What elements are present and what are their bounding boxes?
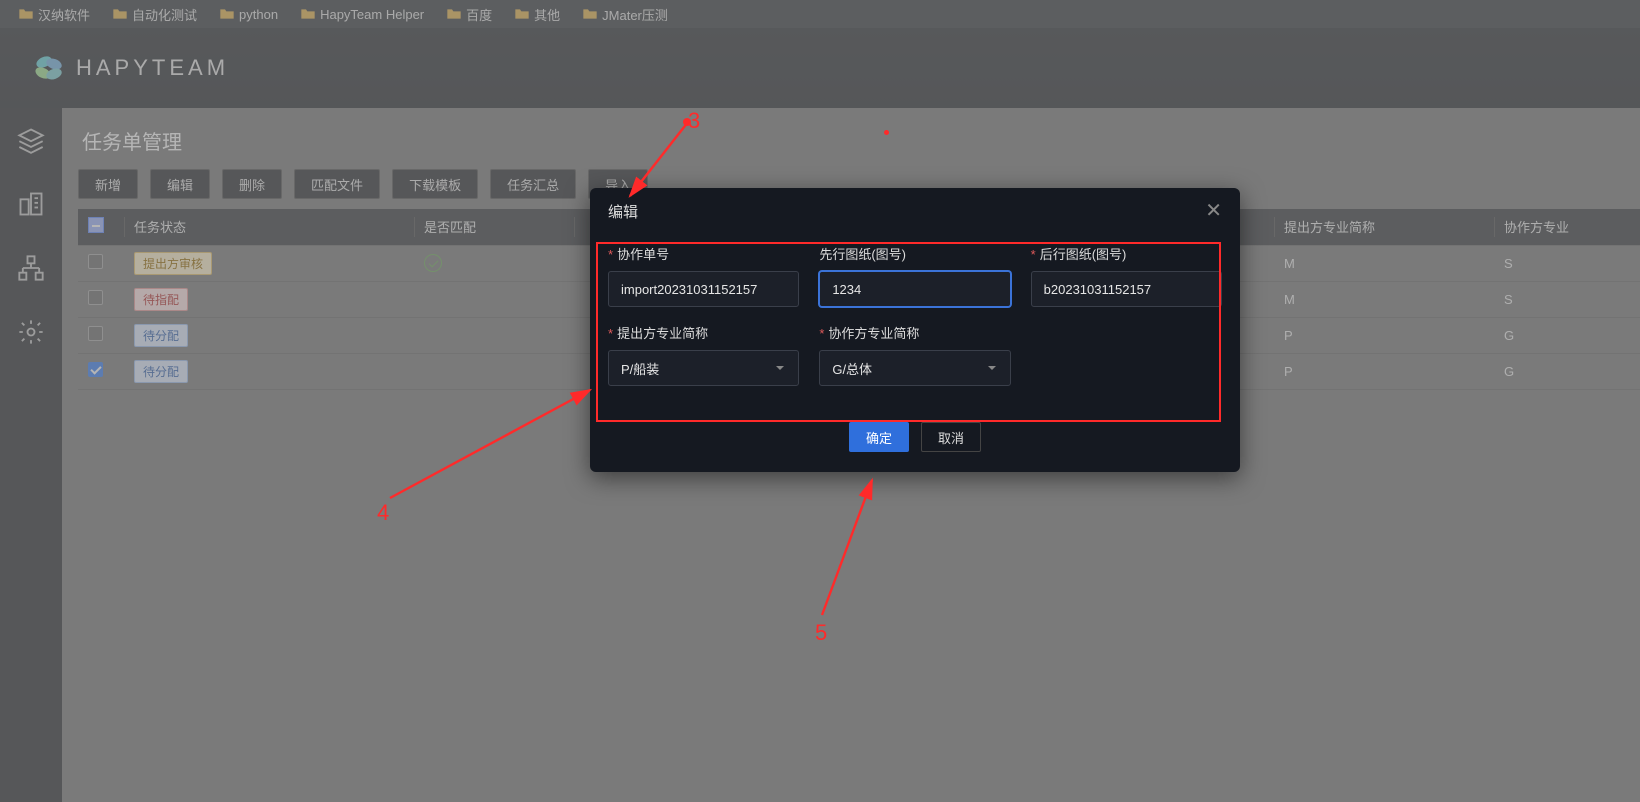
dialog-header: 编辑 ✕ <box>590 188 1240 234</box>
new-button[interactable]: 新增 <box>78 169 138 199</box>
bookmark-bar: 汉纳软件 自动化测试 python HapyTeam Helper 百度 其他 … <box>0 0 1640 28</box>
cancel-button[interactable]: 取消 <box>921 422 981 452</box>
bookmark-label: 汉纳软件 <box>38 5 90 24</box>
status-badge: 待指配 <box>134 288 188 311</box>
header-match[interactable]: 是否匹配 <box>414 209 574 245</box>
row-status: 待指配 <box>124 281 414 317</box>
row-prof2: S <box>1494 245 1640 281</box>
row-status: 待分配 <box>124 353 414 389</box>
prof-a-select[interactable]: P/船装 <box>608 350 799 386</box>
post-draw-field[interactable]: b20231031152157 <box>1031 271 1222 307</box>
row-prof1: P <box>1274 317 1494 353</box>
bookmark-item[interactable]: 自动化测试 <box>104 0 205 28</box>
org-icon[interactable] <box>17 254 45 282</box>
bookmark-label: JMater压测 <box>602 5 668 24</box>
row-checkbox-cell[interactable] <box>78 245 124 281</box>
label-prof-a: *提出方专业简称 <box>608 323 799 342</box>
logo: HAPYTEAM <box>32 52 229 84</box>
brand-text: HAPYTEAM <box>76 55 229 81</box>
row-prof1: P <box>1274 353 1494 389</box>
dialog-title: 编辑 <box>608 201 638 222</box>
row-checkbox-cell[interactable] <box>78 281 124 317</box>
gear-icon[interactable] <box>17 318 45 346</box>
dialog-body: *协作单号 import20231031152157 先行图纸(图号) 1234… <box>590 234 1240 414</box>
bookmark-label: python <box>239 7 278 22</box>
label-coop-no: *协作单号 <box>608 244 799 263</box>
app-header: HAPYTEAM <box>0 28 1640 108</box>
row-prof2: S <box>1494 281 1640 317</box>
label-prof-b: *协作方专业简称 <box>819 323 1010 342</box>
left-nav <box>0 108 62 802</box>
chevron-down-icon <box>986 362 998 374</box>
bookmark-item[interactable]: 其他 <box>506 0 568 28</box>
logo-icon <box>32 52 64 84</box>
checkbox-icon <box>88 254 103 269</box>
bookmark-item[interactable]: python <box>211 0 286 28</box>
header-status[interactable]: 任务状态 <box>124 209 414 245</box>
edit-dialog: 编辑 ✕ *协作单号 import20231031152157 先行图纸(图号)… <box>590 188 1240 472</box>
bookmark-item[interactable]: 百度 <box>438 0 500 28</box>
task-summary-button[interactable]: 任务汇总 <box>490 169 576 199</box>
row-match <box>414 245 574 281</box>
layers-icon[interactable] <box>17 126 45 154</box>
row-match <box>414 317 574 353</box>
row-prof1: M <box>1274 281 1494 317</box>
prof-b-select[interactable]: G/总体 <box>819 350 1010 386</box>
delete-button[interactable]: 删除 <box>222 169 282 199</box>
bookmark-item[interactable]: JMater压测 <box>574 0 676 28</box>
row-checkbox-cell[interactable] <box>78 317 124 353</box>
row-match <box>414 353 574 389</box>
header-prof2[interactable]: 协作方专业 <box>1494 209 1640 245</box>
bookmark-label: 百度 <box>466 5 492 24</box>
page-title: 任务单管理 <box>82 126 1624 155</box>
header-prof1[interactable]: 提出方专业简称 <box>1274 209 1494 245</box>
checkbox-icon <box>88 290 103 305</box>
close-icon[interactable]: ✕ <box>1205 201 1222 221</box>
dialog-footer: 确定 取消 <box>590 414 1240 472</box>
chevron-down-icon <box>774 362 786 374</box>
check-circle-icon <box>424 254 442 272</box>
label-post-draw: *后行图纸(图号) <box>1031 244 1222 263</box>
bookmark-item[interactable]: HapyTeam Helper <box>292 0 432 28</box>
download-template-button[interactable]: 下载模板 <box>392 169 478 199</box>
label-pre-draw: 先行图纸(图号) <box>819 244 1010 263</box>
row-checkbox-cell[interactable] <box>78 353 124 389</box>
coop-no-field[interactable]: import20231031152157 <box>608 271 799 307</box>
row-prof1: M <box>1274 245 1494 281</box>
pre-draw-field[interactable]: 1234 <box>819 271 1010 307</box>
status-badge: 待分配 <box>134 360 188 383</box>
row-status: 提出方审核 <box>124 245 414 281</box>
checkbox-icon <box>88 326 103 341</box>
edit-button[interactable]: 编辑 <box>150 169 210 199</box>
match-file-button[interactable]: 匹配文件 <box>294 169 380 199</box>
header-checkbox-cell[interactable] <box>78 209 124 245</box>
buildings-icon[interactable] <box>17 190 45 218</box>
bookmark-label: 自动化测试 <box>132 5 197 24</box>
row-prof2: G <box>1494 317 1640 353</box>
bookmark-label: 其他 <box>534 5 560 24</box>
bookmark-label: HapyTeam Helper <box>320 7 424 22</box>
status-badge: 提出方审核 <box>134 252 212 275</box>
header-checkbox-icon <box>88 217 104 233</box>
ok-button[interactable]: 确定 <box>849 422 909 452</box>
row-status: 待分配 <box>124 317 414 353</box>
bookmark-item[interactable]: 汉纳软件 <box>10 0 98 28</box>
row-prof2: G <box>1494 353 1640 389</box>
checkbox-icon <box>88 362 103 377</box>
row-match <box>414 281 574 317</box>
status-badge: 待分配 <box>134 324 188 347</box>
